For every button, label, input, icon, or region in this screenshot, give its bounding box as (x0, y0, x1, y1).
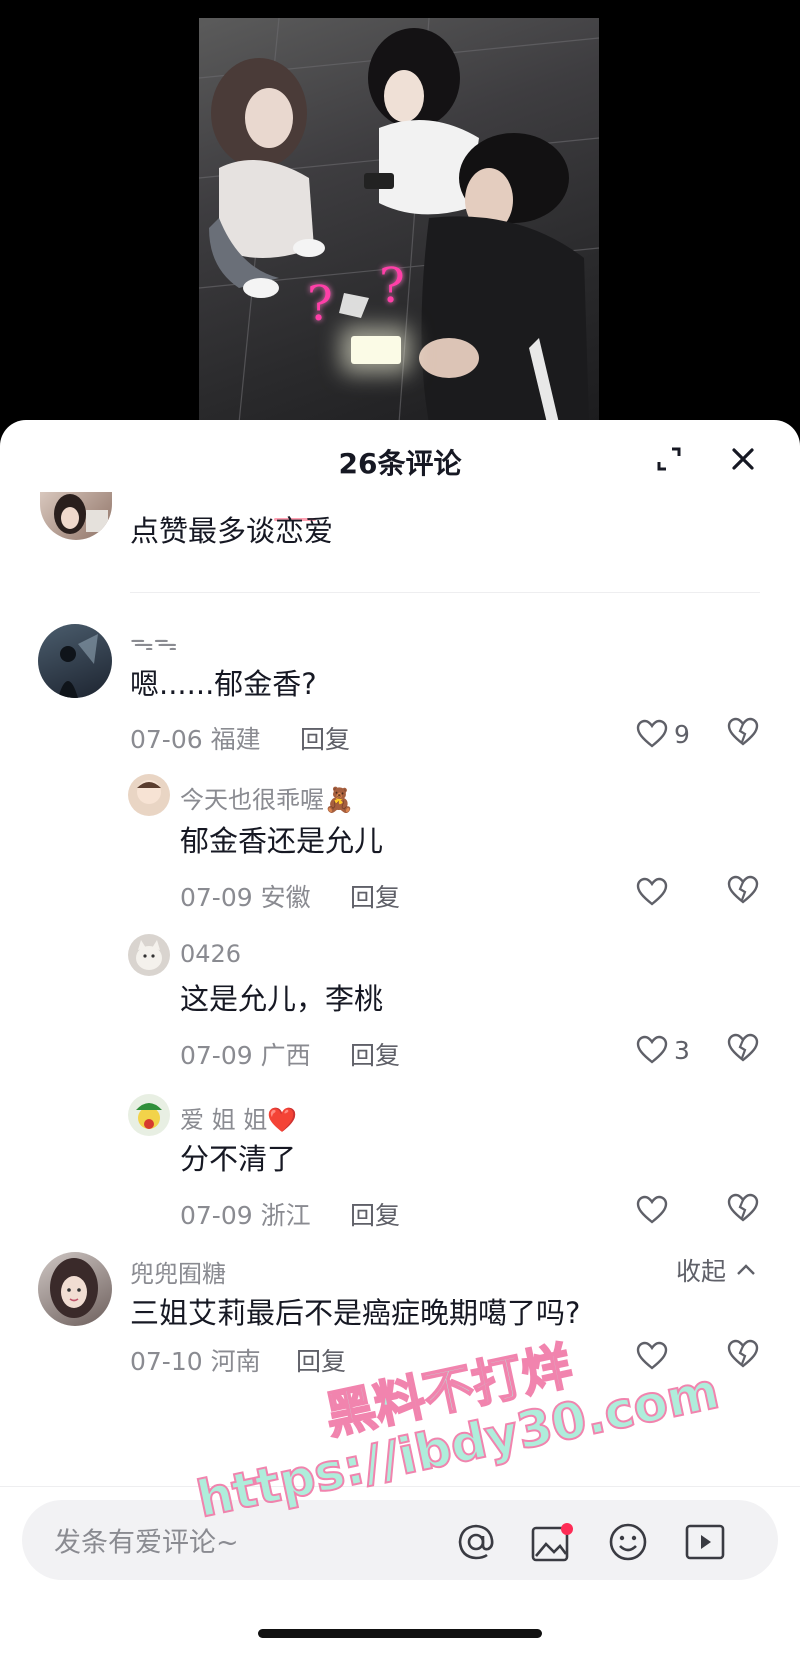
broken-heart-icon (727, 875, 759, 904)
broken-heart-icon (727, 1193, 759, 1222)
heart-icon (636, 1035, 668, 1064)
comment-text: 郁金香还是允儿 (180, 824, 384, 858)
emoji-icon (609, 1523, 647, 1561)
comment-location: 广西 (260, 1041, 311, 1070)
like-button[interactable]: 9 (636, 716, 690, 752)
comment-sheet-header: 26条评论 (0, 420, 800, 500)
video-thumbnail[interactable]: ? ? (199, 18, 599, 423)
comment-date: 07-06 (130, 725, 203, 754)
dislike-button[interactable] (726, 1338, 760, 1372)
avatar-image (50, 1258, 98, 1318)
like-count: 3 (674, 1035, 690, 1065)
image-icon (531, 1523, 573, 1562)
avatar-image (136, 940, 162, 970)
expand-button[interactable] (652, 442, 686, 476)
reply-button[interactable]: 回复 (350, 1196, 400, 1232)
comment-username[interactable]: 今天也很乖喔🧸 (180, 780, 354, 815)
avatar-image (58, 634, 98, 698)
comment-date: 07-09 (180, 1201, 253, 1230)
like-button[interactable] (636, 1338, 674, 1374)
broken-heart-icon (727, 1339, 759, 1368)
comment-text: 点赞最多谈恋爱 (130, 514, 334, 548)
like-button[interactable] (636, 1192, 674, 1228)
like-count: 9 (674, 719, 690, 749)
avatar[interactable] (38, 1252, 112, 1326)
video-icon (685, 1524, 725, 1560)
chevron-up-icon (737, 1264, 755, 1275)
avatar-image (54, 494, 108, 534)
avatar[interactable] (128, 774, 170, 816)
avatar-image (137, 780, 161, 804)
expand-icon (657, 447, 681, 471)
home-indicator[interactable] (258, 1629, 542, 1638)
broken-heart-icon (727, 717, 759, 746)
divider (130, 592, 760, 593)
dislike-button[interactable] (726, 874, 760, 908)
collapse-replies-button[interactable]: 收起 (676, 1252, 756, 1288)
dislike-button[interactable] (726, 1032, 760, 1066)
comment-text: 三姐艾莉最后不是癌症晚期噶了吗? (130, 1296, 581, 1330)
comment-location: 河南 (210, 1347, 261, 1376)
like-button[interactable]: 3 (636, 1032, 690, 1068)
collapse-label: 收起 (676, 1257, 727, 1286)
avatar[interactable] (128, 934, 170, 976)
avatar[interactable] (38, 624, 112, 698)
dislike-button[interactable] (726, 1192, 760, 1226)
close-icon (732, 448, 754, 470)
comment-location: 安徽 (260, 883, 311, 912)
comment-username[interactable]: ᯓᯓ (130, 625, 177, 658)
broken-heart-icon (727, 1033, 759, 1062)
comment-text: 这是允儿，李桃 (180, 982, 384, 1016)
reply-button[interactable]: 回复 (350, 1036, 400, 1072)
mention-button[interactable] (456, 1522, 496, 1562)
comment-location: 浙江 (260, 1201, 311, 1230)
close-button[interactable] (726, 442, 760, 476)
question-mark-doodle: ? (379, 258, 405, 314)
comment-date: 07-09 (180, 883, 253, 912)
comment-meta: 07-06 福建 (130, 720, 261, 756)
heart-icon (636, 877, 668, 906)
comment-meta: 07-09 广西 (180, 1036, 311, 1072)
at-icon (458, 1524, 494, 1560)
avatar-image (136, 1103, 162, 1129)
avatar[interactable] (40, 492, 112, 540)
comment-meta: 07-09 浙江 (180, 1196, 311, 1232)
question-mark-doodle: ? (307, 276, 333, 332)
comment-date: 07-09 (180, 1041, 253, 1070)
avatar[interactable] (128, 1094, 170, 1136)
reply-button[interactable]: 回复 (350, 878, 400, 914)
heart-icon (636, 1341, 668, 1370)
video-player[interactable]: ? ? (0, 0, 800, 440)
emoji-button[interactable] (608, 1522, 648, 1562)
heart-icon (636, 719, 668, 748)
video-button[interactable] (684, 1522, 725, 1562)
image-button[interactable] (530, 1522, 573, 1562)
reply-button[interactable]: 回复 (300, 720, 350, 756)
heart-icon (636, 1195, 668, 1224)
comment-text: 分不清了 (180, 1142, 297, 1176)
comment-meta: 07-09 安徽 (180, 878, 311, 914)
light-object (351, 336, 401, 364)
comment-text: 嗯......郁金香? (130, 667, 317, 701)
comment-input-bar[interactable]: 发条有爱评论~ (22, 1500, 778, 1580)
like-button[interactable] (636, 874, 674, 910)
comment-location: 福建 (210, 725, 261, 754)
comment-date: 07-10 (130, 1347, 203, 1376)
comment-username[interactable]: 0426 (180, 940, 241, 968)
comment-username[interactable]: 爱 姐 姐❤️ (180, 1100, 297, 1135)
comment-meta: 07-10 河南 (130, 1342, 261, 1378)
comment-username[interactable]: 兜兜囿糖 (130, 1254, 226, 1289)
dislike-button[interactable] (726, 716, 760, 750)
